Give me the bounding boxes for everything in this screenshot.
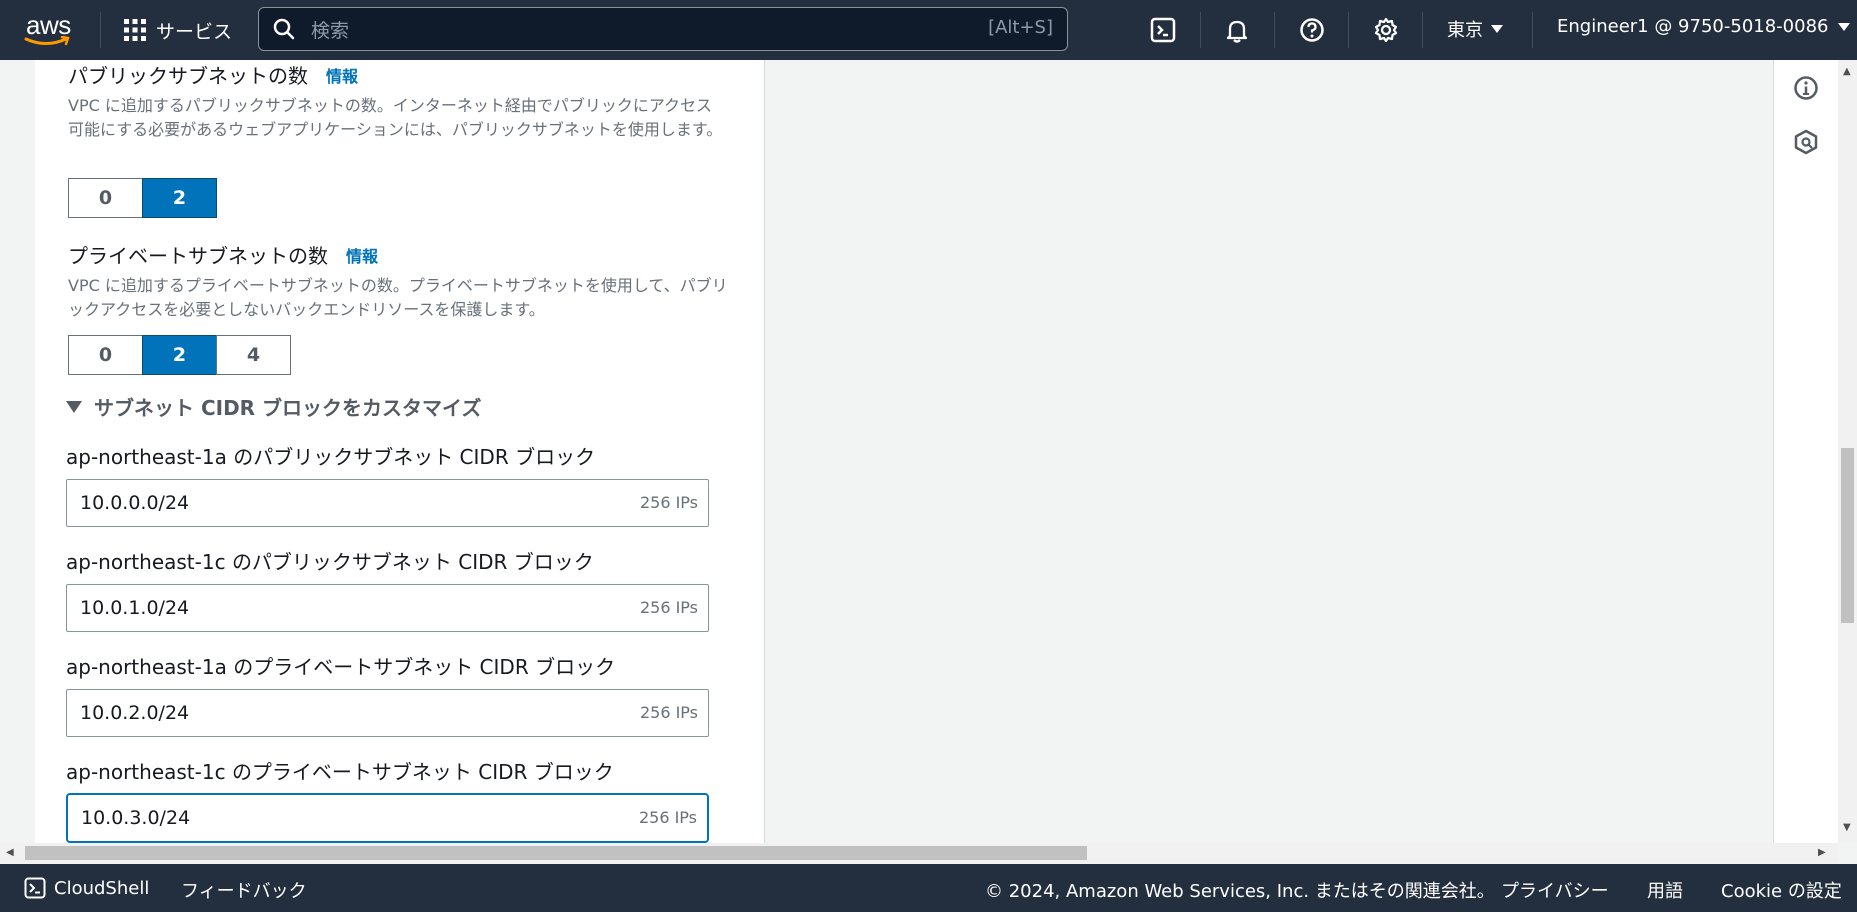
help-icon[interactable] <box>1295 13 1329 47</box>
main-content: パブリックサブネットの数 情報 VPC に追加するパブリックサブネットの数。イン… <box>0 60 1857 843</box>
tools-rail <box>1773 60 1838 843</box>
terms-link[interactable]: 用語 <box>1647 877 1683 903</box>
account-label: Engineer1 @ 9750-5018-0086 <box>1557 16 1829 37</box>
feedback-link[interactable]: フィードバック <box>181 877 307 903</box>
region-label: 東京 <box>1447 20 1483 41</box>
region-selector[interactable]: 東京 <box>1447 16 1503 42</box>
aws-logo[interactable]: aws <box>24 10 76 48</box>
cidr-value: 10.0.3.0/24 <box>81 807 191 829</box>
amazon-q-icon[interactable] <box>1792 128 1820 156</box>
scroll-down-arrow-icon[interactable]: ▼ <box>1843 822 1851 833</box>
horizontal-scrollbar[interactable]: ◀ ▶ <box>0 843 1838 863</box>
nav-divider <box>1200 12 1201 48</box>
services-menu-button[interactable]: サービス <box>124 15 232 45</box>
cidr-1a-public-input[interactable]: 10.0.0.0/24 256 IPs <box>66 479 709 527</box>
cidr-1a-public-label: ap-northeast-1a のパブリックサブネット CIDR ブロック <box>66 445 596 469</box>
grid-icon <box>124 19 146 41</box>
customize-cidr-label: サブネット CIDR ブロックをカスタマイズ <box>94 396 482 420</box>
nav-divider <box>1274 12 1275 48</box>
public-subnets-option-2[interactable]: 2 <box>142 178 217 218</box>
top-navigation: aws サービス 検索 [Alt+S] 東京 Engineer1 @ 9750-… <box>0 0 1857 60</box>
cidr-1a-private-input[interactable]: 10.0.2.0/24 256 IPs <box>66 689 709 737</box>
cookie-settings-link[interactable]: Cookie の設定 <box>1721 877 1842 903</box>
search-placeholder: 検索 <box>311 20 350 42</box>
scroll-left-arrow-icon[interactable]: ◀ <box>6 847 14 858</box>
nav-divider <box>1422 12 1423 48</box>
caret-down-icon <box>1491 25 1503 33</box>
footer: CloudShell フィードバック © 2024, Amazon Web Se… <box>0 864 1857 912</box>
privacy-link[interactable]: プライバシー <box>1501 877 1609 903</box>
cloudshell-footer-button[interactable]: CloudShell <box>24 877 149 899</box>
scroll-up-arrow-icon[interactable]: ▲ <box>1843 66 1851 77</box>
private-subnets-title: プライベートサブネットの数 <box>68 244 328 268</box>
private-subnets-heading: プライベートサブネットの数 情報 <box>68 240 378 269</box>
private-subnets-option-4[interactable]: 4 <box>216 335 291 375</box>
private-subnets-description: VPC に追加するプライベートサブネットの数。プライベートサブネットを使用して、… <box>68 276 728 319</box>
public-subnets-title: パブリックサブネットの数 <box>68 64 308 88</box>
ip-count: 256 IPs <box>639 598 698 617</box>
horizontal-scrollbar-thumb[interactable] <box>25 846 1087 860</box>
ip-count: 256 IPs <box>638 808 697 827</box>
account-menu[interactable]: Engineer1 @ 9750-5018-0086 <box>1557 16 1851 37</box>
cidr-1c-private-input[interactable]: 10.0.3.0/24 256 IPs <box>66 793 709 843</box>
cloudshell-icon[interactable] <box>1146 13 1180 47</box>
caret-down-icon <box>1838 22 1851 31</box>
search-icon <box>273 18 295 40</box>
copyright-text: © 2024, Amazon Web Services, Inc. またはその関… <box>985 881 1495 902</box>
search-shortcut-hint: [Alt+S] <box>988 17 1053 38</box>
public-subnets-info-link[interactable]: 情報 <box>326 63 358 87</box>
private-subnets-segmented-control: 0 2 4 <box>68 335 291 375</box>
nav-divider <box>100 12 101 48</box>
ip-count: 256 IPs <box>639 703 698 722</box>
public-subnets-heading: パブリックサブネットの数 情報 <box>68 60 358 89</box>
aws-smile-icon <box>24 36 70 46</box>
public-subnets-segmented-control: 0 2 <box>68 178 217 218</box>
cidr-1c-private-label: ap-northeast-1c のプライベートサブネット CIDR ブロック <box>66 760 614 784</box>
cidr-value: 10.0.1.0/24 <box>80 597 190 619</box>
cloudshell-icon <box>24 877 46 899</box>
cidr-value: 10.0.2.0/24 <box>80 702 190 724</box>
private-subnets-option-2[interactable]: 2 <box>142 335 217 375</box>
cidr-1a-private-label: ap-northeast-1a のプライベートサブネット CIDR ブロック <box>66 655 616 679</box>
customize-cidr-expander[interactable]: サブネット CIDR ブロックをカスタマイズ <box>66 392 481 421</box>
bell-icon[interactable] <box>1220 13 1254 47</box>
scroll-right-arrow-icon[interactable]: ▶ <box>1818 847 1826 858</box>
private-subnets-option-0[interactable]: 0 <box>68 335 143 375</box>
services-label: サービス <box>156 20 233 43</box>
cidr-value: 10.0.0.0/24 <box>80 492 190 514</box>
cloudshell-label: CloudShell <box>54 877 150 899</box>
ip-count: 256 IPs <box>639 493 698 512</box>
vertical-scrollbar-thumb[interactable] <box>1841 448 1854 623</box>
public-subnets-description: VPC に追加するパブリックサブネットの数。インターネット経由でパブリックにアク… <box>68 96 723 139</box>
search-bar[interactable]: 検索 [Alt+S] <box>258 7 1068 51</box>
cidr-1c-public-label: ap-northeast-1c のパブリックサブネット CIDR ブロック <box>66 550 594 574</box>
settings-icon[interactable] <box>1369 13 1403 47</box>
vertical-scrollbar[interactable]: ▲ ▼ <box>1838 60 1857 843</box>
nav-divider <box>1348 12 1349 48</box>
cidr-1c-public-input[interactable]: 10.0.1.0/24 256 IPs <box>66 584 709 632</box>
public-subnets-option-0[interactable]: 0 <box>68 178 143 218</box>
info-panel-icon[interactable] <box>1792 74 1820 102</box>
caret-down-icon <box>66 400 82 413</box>
nav-divider <box>1532 12 1533 48</box>
private-subnets-info-link[interactable]: 情報 <box>346 243 378 267</box>
